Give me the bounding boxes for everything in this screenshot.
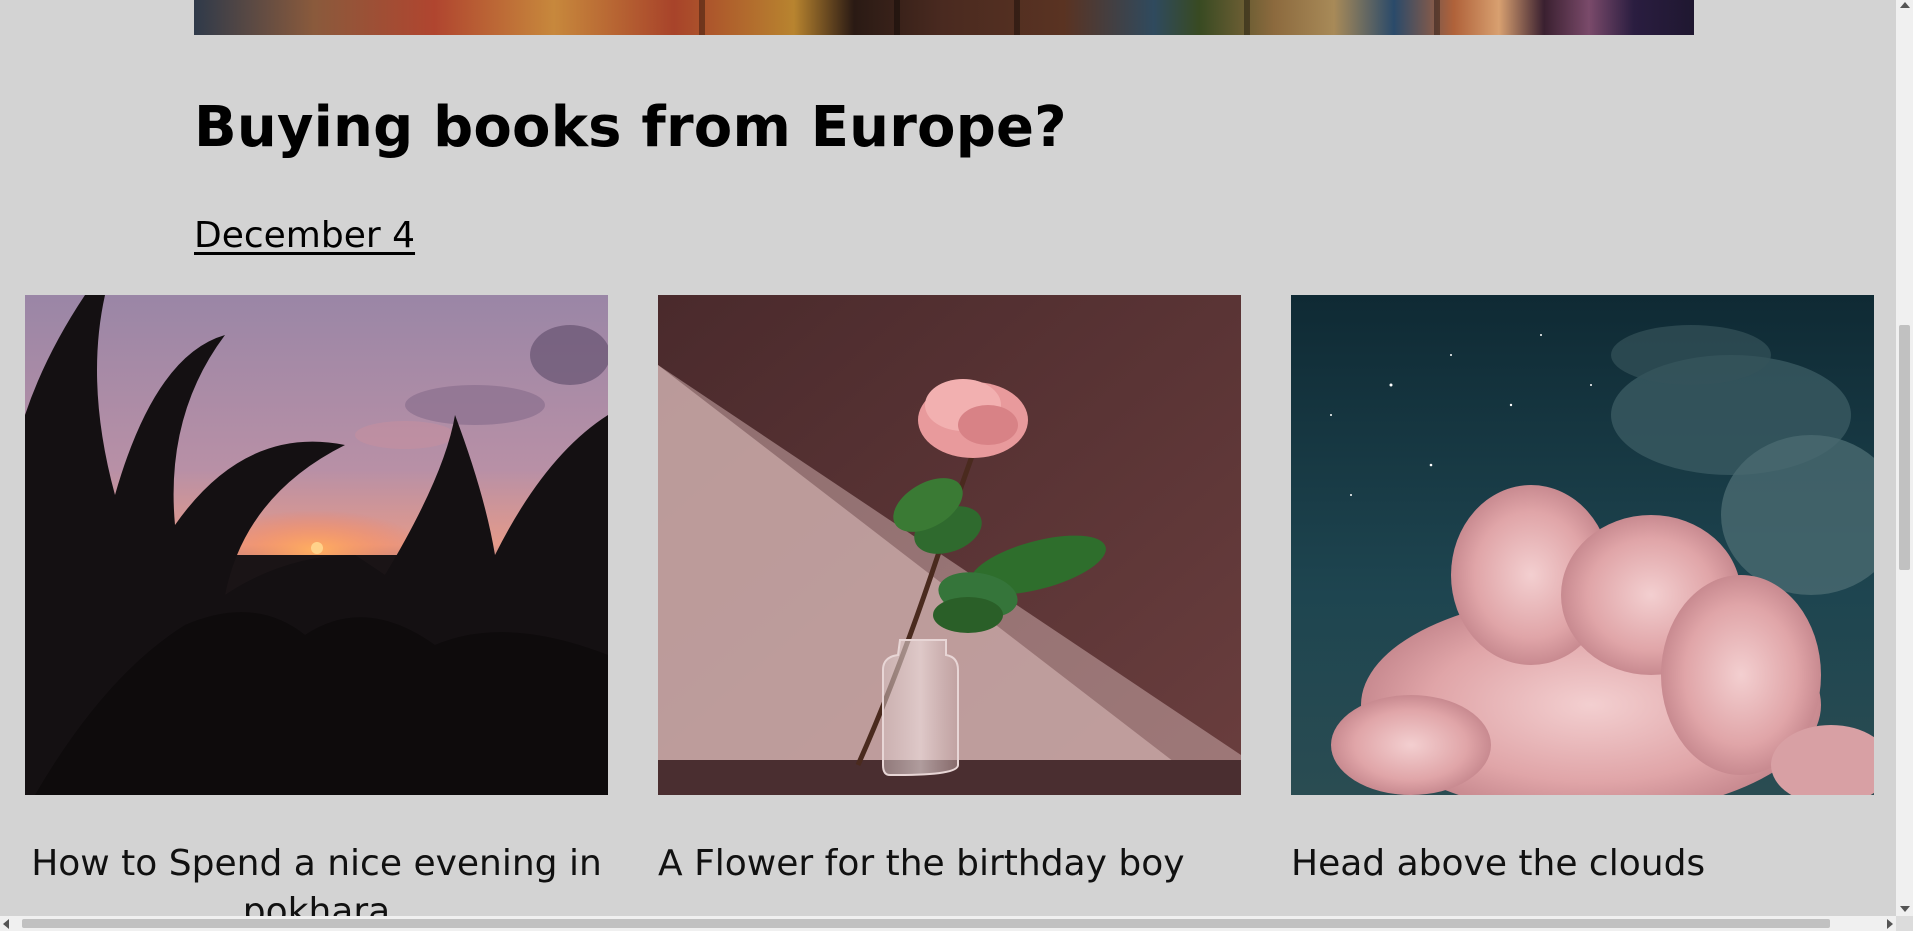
card-title-clouds[interactable]: Head above the clouds [1291,840,1705,888]
palm-sunset-image [25,295,608,795]
post-date-link[interactable]: December 4 [194,214,415,258]
horizontal-scroll-thumb[interactable] [22,919,1830,928]
card-image-night-clouds[interactable] [1291,295,1874,795]
scroll-left-icon[interactable] [3,919,9,929]
rose-vase-image [658,295,1241,795]
horizontal-scrollbar[interactable] [0,916,1896,931]
scroll-up-icon[interactable] [1900,2,1910,8]
card-image-palm-sunset[interactable] [25,295,608,795]
vertical-scroll-thumb[interactable] [1899,325,1910,570]
post-title[interactable]: Buying books from Europe? [194,92,1067,164]
card-title-flower[interactable]: A Flower for the birthday boy [658,840,1185,888]
card-image-rose-vase[interactable] [658,295,1241,795]
page: Buying books from Europe? December 4 How… [0,0,1913,931]
scrollbar-corner [1896,916,1913,931]
scroll-right-icon[interactable] [1887,919,1893,929]
scroll-down-icon[interactable] [1900,906,1910,912]
night-clouds-image [1291,295,1874,795]
vertical-scrollbar[interactable] [1896,0,1913,916]
hero-image[interactable] [194,0,1694,35]
